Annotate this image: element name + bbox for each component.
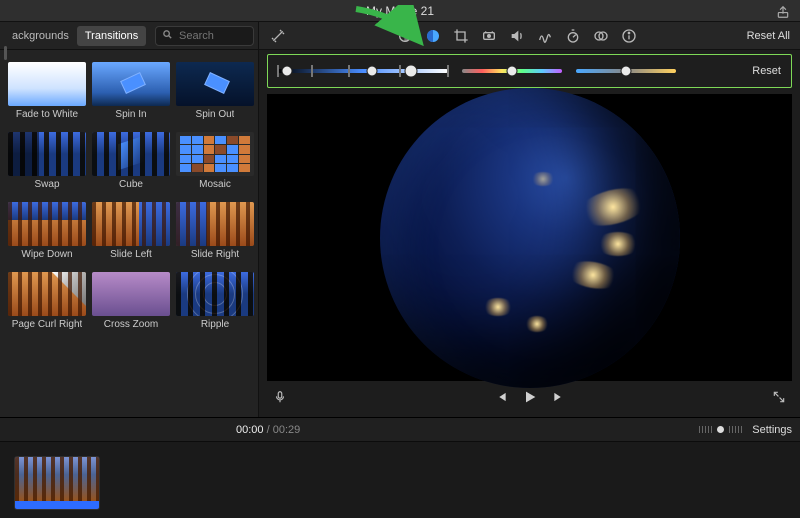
exposure-shadows-handle[interactable] — [281, 66, 292, 77]
timecode-duration: 00:29 — [273, 424, 301, 436]
play-button[interactable] — [522, 389, 538, 410]
transition-label: Slide Left — [110, 249, 152, 260]
transition-label: Spin Out — [196, 109, 235, 120]
crop-icon[interactable] — [452, 27, 470, 45]
preview-content — [380, 88, 680, 388]
transition-label: Cross Zoom — [104, 319, 158, 330]
transition-thumbnail — [176, 272, 254, 316]
speed-icon[interactable] — [564, 27, 582, 45]
transport-bar — [267, 385, 792, 413]
voiceover-icon[interactable] — [273, 389, 287, 410]
saturation-slider[interactable] — [462, 62, 562, 80]
tab-transitions[interactable]: Transitions — [77, 26, 146, 46]
browser-tabs: ackgrounds Transitions — [0, 22, 258, 50]
stabilization-icon[interactable] — [480, 27, 498, 45]
timecode: 00:00 / 00:29 — [236, 424, 300, 436]
transition-label: Swap — [34, 179, 59, 190]
search-icon — [162, 29, 173, 43]
transition-label: Page Curl Right — [12, 319, 83, 330]
transition-item[interactable]: Slide Right — [176, 202, 254, 260]
transition-label: Cube — [119, 179, 143, 190]
magic-wand-icon[interactable] — [269, 27, 287, 45]
color-correction-panel: Reset — [267, 54, 792, 88]
project-title: My Movie 21 — [366, 4, 434, 18]
transition-item[interactable]: Slide Left — [92, 202, 170, 260]
timeline-zoom-slider[interactable] — [699, 425, 742, 434]
transition-thumbnail — [176, 202, 254, 246]
transition-thumbnail — [8, 272, 86, 316]
timeline-tracks[interactable] — [0, 442, 800, 518]
transition-thumbnail — [92, 62, 170, 106]
reset-all-button[interactable]: Reset All — [747, 30, 790, 42]
timeline-header: 00:00 / 00:29 Settings — [0, 418, 800, 442]
clip-filter-icon[interactable] — [592, 27, 610, 45]
next-frame-button[interactable] — [552, 390, 566, 409]
clip-thumbnail — [15, 457, 99, 501]
transition-label: Ripple — [201, 319, 229, 330]
clip-audio-track — [15, 501, 99, 509]
transition-label: Wipe Down — [21, 249, 72, 260]
transition-thumbnail — [92, 202, 170, 246]
color-correction-icon[interactable] — [424, 27, 442, 45]
transition-item[interactable]: Mosaic — [176, 132, 254, 190]
fullscreen-icon[interactable] — [772, 390, 786, 409]
transition-thumbnail — [176, 62, 254, 106]
timeline-clip[interactable] — [14, 456, 100, 510]
search-input[interactable] — [177, 29, 247, 43]
transition-thumbnail — [8, 132, 86, 176]
transition-item[interactable]: Ripple — [176, 272, 254, 330]
color-reset-button[interactable]: Reset — [752, 65, 781, 77]
transitions-grid: Fade to White Spin In Spin Out Swap Cube Mosa… — [8, 62, 254, 330]
transition-label: Spin In — [115, 109, 146, 120]
transition-item[interactable]: Spin In — [92, 62, 170, 120]
transition-label: Fade to White — [16, 109, 78, 120]
timeline-zoom-handle[interactable] — [716, 425, 725, 434]
title-bar: My Movie 21 — [0, 0, 800, 22]
noise-reduction-icon[interactable] — [536, 27, 554, 45]
timeline-settings-button[interactable]: Settings — [752, 424, 792, 436]
info-icon[interactable] — [620, 27, 638, 45]
transition-item[interactable]: Page Curl Right — [8, 272, 86, 330]
transition-thumbnail — [92, 132, 170, 176]
search-field[interactable] — [155, 26, 254, 46]
volume-icon[interactable] — [508, 27, 526, 45]
exposure-mid-handle[interactable] — [366, 66, 377, 77]
transition-item[interactable]: Cross Zoom — [92, 272, 170, 330]
transition-item[interactable]: Cube — [92, 132, 170, 190]
exposure-slider[interactable] — [278, 62, 448, 80]
transition-item[interactable]: Spin Out — [176, 62, 254, 120]
inspector-toolbar: Reset All — [259, 22, 800, 50]
preview-viewer[interactable] — [267, 94, 792, 381]
media-browser: ackgrounds Transitions Fade to White Spin… — [0, 22, 259, 417]
exposure-highlights-handle[interactable] — [404, 65, 417, 78]
transition-thumbnail — [176, 132, 254, 176]
transition-label: Slide Right — [191, 249, 239, 260]
saturation-handle[interactable] — [507, 66, 518, 77]
share-icon[interactable] — [776, 4, 790, 19]
transition-item[interactable]: Swap — [8, 132, 86, 190]
temperature-handle[interactable] — [621, 66, 632, 77]
transition-item[interactable]: Wipe Down — [8, 202, 86, 260]
timecode-current: 00:00 — [236, 424, 264, 436]
transition-thumbnail — [8, 202, 86, 246]
transition-thumbnail — [92, 272, 170, 316]
timeline: 00:00 / 00:29 Settings — [0, 417, 800, 518]
tab-backgrounds[interactable]: ackgrounds — [4, 26, 77, 46]
transition-thumbnail — [8, 62, 86, 106]
temperature-slider[interactable] — [576, 62, 676, 80]
color-balance-icon[interactable] — [396, 27, 414, 45]
transition-item[interactable]: Fade to White — [8, 62, 86, 120]
prev-frame-button[interactable] — [494, 390, 508, 409]
transition-label: Mosaic — [199, 179, 231, 190]
